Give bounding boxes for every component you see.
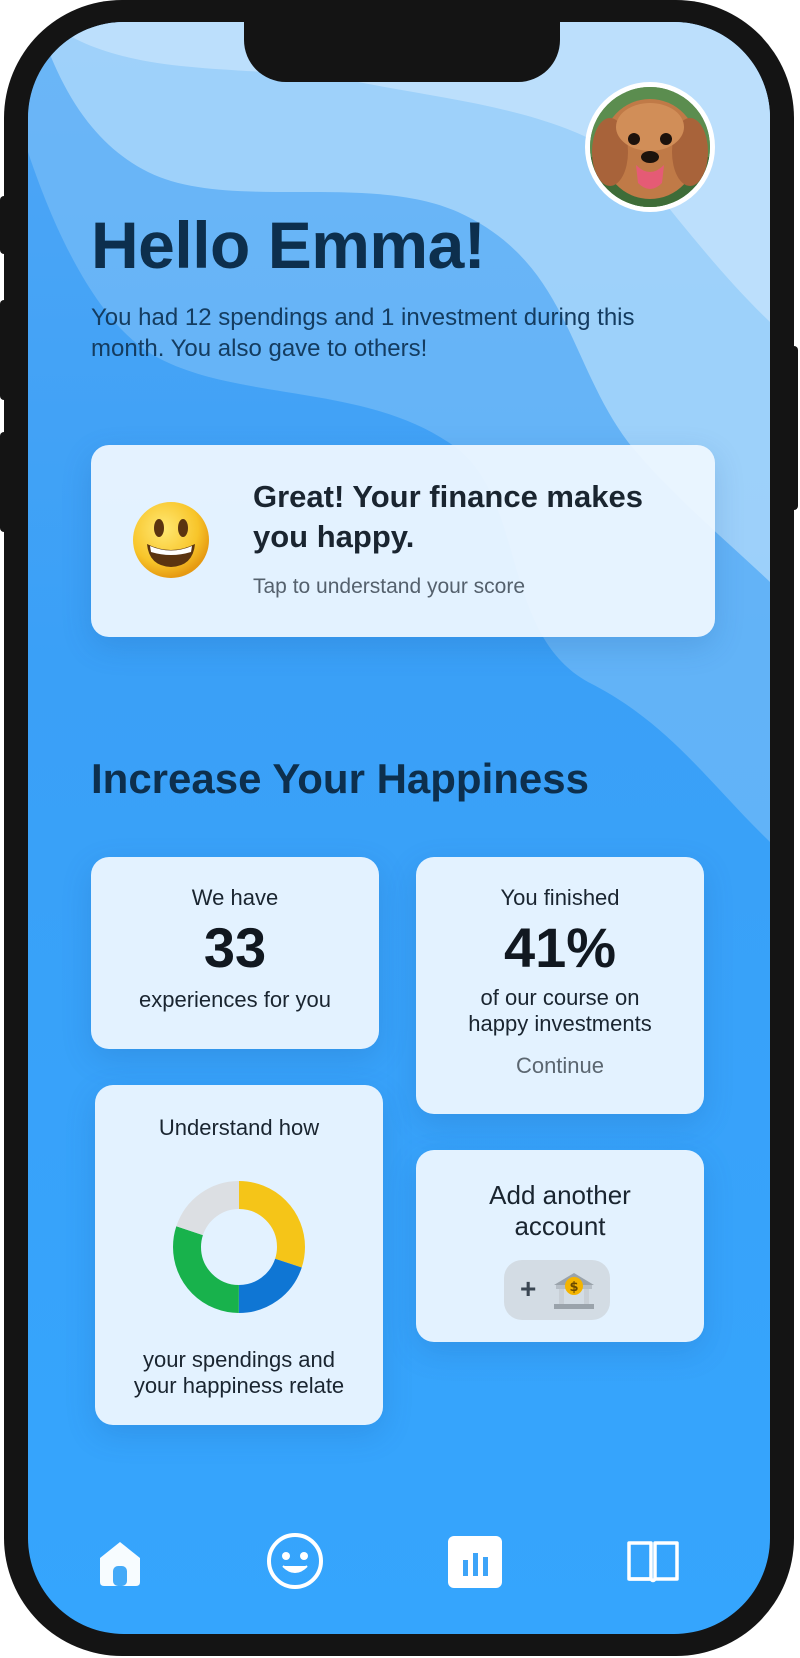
smiley-icon[interactable] xyxy=(266,1532,324,1590)
experiences-count: 33 xyxy=(203,916,267,979)
understand-line-1: your spendings and xyxy=(142,1347,336,1372)
continue-link[interactable]: Continue xyxy=(416,1053,704,1079)
add-account-card[interactable]: Add another account + $ xyxy=(416,1150,704,1342)
experiences-card[interactable]: We have 33 experiences for you xyxy=(91,857,379,1049)
experiences-top-text: We have xyxy=(191,885,279,910)
course-top-text: You finished xyxy=(500,885,620,910)
experiences-bottom-text: experiences for you xyxy=(139,987,331,1012)
avatar[interactable] xyxy=(585,82,715,212)
add-account-line-1: Add another xyxy=(489,1180,631,1210)
score-title: Great! Your finance makes you happy. xyxy=(253,479,643,554)
notch xyxy=(244,20,560,82)
side-button xyxy=(788,346,798,510)
month-summary: You had 12 spendings and 1 investment du… xyxy=(91,304,635,362)
happy-face-icon xyxy=(133,502,209,578)
home-icon[interactable] xyxy=(98,1540,142,1586)
add-account-button[interactable]: + $ xyxy=(504,1260,610,1320)
score-hint: Tap to understand your score xyxy=(253,575,525,598)
side-button xyxy=(0,432,8,532)
side-button xyxy=(0,196,8,254)
spending-donut-chart xyxy=(173,1181,305,1313)
book-icon[interactable] xyxy=(626,1538,680,1584)
bank-icon: $ xyxy=(554,1273,594,1309)
happiness-score-card[interactable]: Great! Your finance makes you happy. Tap… xyxy=(91,445,715,637)
plus-icon: + xyxy=(520,1273,537,1304)
add-account-line-2: account xyxy=(514,1211,606,1241)
understand-top-text: Understand how xyxy=(158,1115,320,1140)
understand-line-2: your happiness relate xyxy=(133,1373,345,1398)
course-line-2: happy investments xyxy=(468,1011,652,1036)
understand-card[interactable]: Understand how your spendings and your h… xyxy=(95,1085,383,1425)
section-title: Increase Your Happiness xyxy=(91,755,589,802)
svg-text:$: $ xyxy=(569,1280,578,1295)
course-line-1: of our course on xyxy=(480,985,640,1010)
side-button xyxy=(0,300,8,400)
dog-photo xyxy=(590,87,710,207)
bar-chart-icon[interactable] xyxy=(448,1536,502,1588)
course-progress-card[interactable]: You finished 41% of our course on happy … xyxy=(416,857,704,1114)
course-percent: 41% xyxy=(503,916,617,979)
greeting-title: Hello Emma! xyxy=(91,208,486,282)
